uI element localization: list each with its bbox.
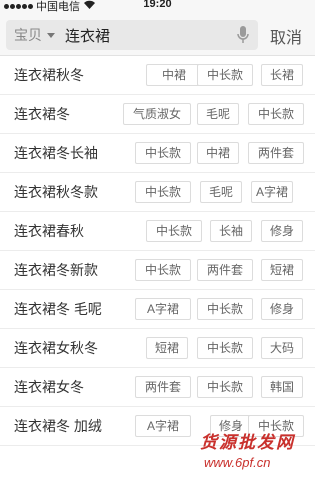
search-bar: 宝贝 连衣裙 取消: [0, 12, 315, 56]
suggestion-label[interactable]: 连衣裙冬 毛呢: [14, 290, 102, 329]
watermark-url: www.6pf.cn: [204, 455, 271, 470]
suggestion-tag[interactable]: 短裙: [146, 337, 188, 359]
suggestion-tag[interactable]: 中长款: [248, 103, 304, 125]
suggestion-tag[interactable]: 中长款: [135, 142, 191, 164]
suggestion-label[interactable]: 连衣裙秋冬: [14, 56, 84, 95]
suggestion-tag[interactable]: 中长款: [197, 298, 253, 320]
caret-down-icon: [47, 33, 55, 38]
suggestion-tag[interactable]: 两件套: [197, 259, 253, 281]
suggestion-label[interactable]: 连衣裙冬 加绒: [14, 407, 102, 446]
suggestion-row[interactable]: 连衣裙女冬 两件套 中长款 韩国: [0, 368, 315, 407]
suggestion-tag[interactable]: 修身: [261, 220, 303, 242]
suggestion-tag[interactable]: 韩国: [261, 376, 303, 398]
suggestion-label[interactable]: 连衣裙冬: [14, 95, 70, 134]
suggestion-row[interactable]: 连衣裙女秋冬 短裙 中长款 大码: [0, 329, 315, 368]
suggestion-tag[interactable]: 中长款: [135, 259, 191, 281]
suggestion-tag[interactable]: A字裙: [251, 181, 293, 203]
suggestion-tag[interactable]: A字裙: [135, 415, 191, 437]
status-time: 19:20: [143, 0, 172, 10]
watermark: 货源批发网 www.6pf.cn: [200, 428, 312, 478]
suggestion-label[interactable]: 连衣裙冬新款: [14, 251, 98, 290]
suggestion-tag[interactable]: 中长款: [146, 220, 202, 242]
suggestion-tag[interactable]: 两件套: [135, 376, 191, 398]
suggestion-tag[interactable]: 中长款: [197, 64, 253, 86]
suggestion-tag[interactable]: 中长款: [135, 181, 191, 203]
status-bar: 中国电信 19:20: [0, 0, 315, 13]
suggestion-row[interactable]: 连衣裙冬 毛呢 A字裙 中长款 修身: [0, 290, 315, 329]
suggestion-tag[interactable]: 中裙: [197, 142, 239, 164]
suggestion-label[interactable]: 连衣裙女秋冬: [14, 329, 98, 368]
suggestion-row[interactable]: 连衣裙春秋 中长款 长袖 修身: [0, 212, 315, 251]
suggestion-tag[interactable]: 中长款: [197, 337, 253, 359]
suggestion-tag[interactable]: 修身: [261, 298, 303, 320]
suggestion-label[interactable]: 连衣裙女冬: [14, 368, 84, 407]
search-box[interactable]: 宝贝 连衣裙: [6, 20, 258, 50]
suggestion-tag[interactable]: 气质淑女: [123, 103, 191, 125]
suggestion-row[interactable]: 连衣裙秋冬款 中长款 毛呢 A字裙: [0, 173, 315, 212]
search-input[interactable]: 连衣裙: [65, 25, 110, 46]
suggestion-tag[interactable]: 毛呢: [200, 181, 242, 203]
suggestion-label[interactable]: 连衣裙秋冬款: [14, 173, 98, 212]
suggestion-label[interactable]: 连衣裙春秋: [14, 212, 84, 251]
suggestion-row[interactable]: 连衣裙冬长袖 中长款 中裙 两件套: [0, 134, 315, 173]
microphone-icon[interactable]: [237, 26, 249, 44]
watermark-text: 货源批发网: [200, 433, 295, 452]
suggestion-label[interactable]: 连衣裙冬长袖: [14, 134, 98, 173]
search-scope-label: 宝贝: [14, 27, 42, 43]
suggestion-row[interactable]: 连衣裙冬 气质淑女 毛呢 中长款: [0, 95, 315, 134]
suggestion-tag[interactable]: 短裙: [261, 259, 303, 281]
suggestion-row[interactable]: 连衣裙秋冬 中裙 中长款 长裙: [0, 56, 315, 95]
suggestion-tag[interactable]: 毛呢: [197, 103, 239, 125]
suggestion-tag[interactable]: 长袖: [210, 220, 252, 242]
suggestion-tag[interactable]: 两件套: [248, 142, 304, 164]
suggestion-list: 连衣裙秋冬 中裙 中长款 长裙 连衣裙冬 气质淑女 毛呢 中长款 连衣裙冬长袖 …: [0, 56, 315, 446]
suggestion-tag[interactable]: 中长款: [197, 376, 253, 398]
suggestion-row[interactable]: 连衣裙冬新款 中长款 两件套 短裙: [0, 251, 315, 290]
search-scope-dropdown[interactable]: 宝贝: [14, 25, 55, 45]
suggestion-tag[interactable]: 中裙: [146, 64, 202, 86]
suggestion-tag[interactable]: 大码: [261, 337, 303, 359]
cancel-button[interactable]: 取消: [270, 24, 302, 48]
suggestion-tag[interactable]: 长裙: [261, 64, 303, 86]
suggestion-tag[interactable]: A字裙: [135, 298, 191, 320]
